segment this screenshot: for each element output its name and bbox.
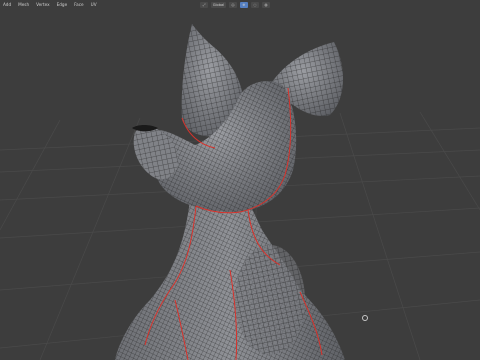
transform-orientation-dropdown[interactable]: Global xyxy=(211,2,226,8)
cursor-circle-icon[interactable] xyxy=(362,315,368,321)
viewport-header-tools: ⤢ Global ◎ ⊕ ◌ ◍ xyxy=(200,1,270,9)
character-mesh[interactable] xyxy=(115,24,345,360)
orientation-icon[interactable]: ⤢ xyxy=(200,2,208,8)
menu-vertex[interactable]: Vertex xyxy=(36,0,49,9)
overlay-icon[interactable]: ◍ xyxy=(262,2,270,8)
proportional-edit-icon[interactable]: ◌ xyxy=(251,2,259,8)
editor-menu-bar: Add Mesh Vertex Edge Face UV xyxy=(0,0,97,9)
pivot-icon[interactable]: ◎ xyxy=(229,2,237,8)
menu-edge[interactable]: Edge xyxy=(57,0,68,9)
menu-mesh[interactable]: Mesh xyxy=(18,0,29,9)
menu-uv[interactable]: UV xyxy=(91,0,97,9)
menu-add[interactable]: Add xyxy=(3,0,11,9)
3d-viewport[interactable] xyxy=(0,0,480,360)
menu-face[interactable]: Face xyxy=(74,0,83,9)
snap-icon[interactable]: ⊕ xyxy=(240,2,248,8)
